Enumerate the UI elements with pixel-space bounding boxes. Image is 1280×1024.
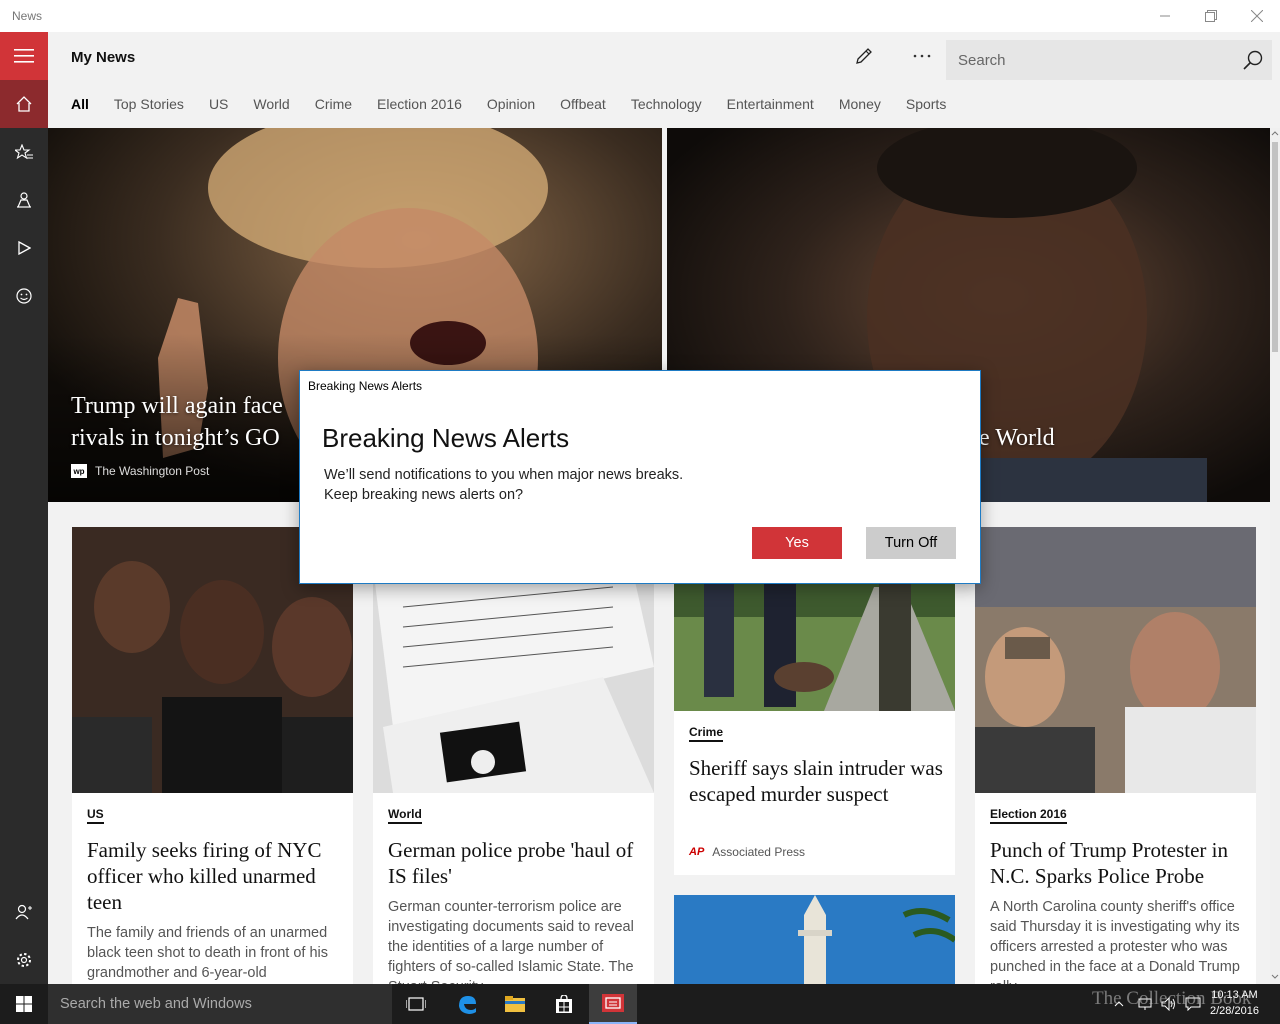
local-icon xyxy=(17,192,31,208)
smiley-icon xyxy=(16,288,32,304)
hero-source: wp The Washington Post xyxy=(71,464,209,478)
card-summary: A North Carolina county sheriff's office… xyxy=(990,899,1240,984)
category-tabs: All Top Stories US World Crime Election 2016 O… xyxy=(71,96,971,112)
app-title: News xyxy=(12,9,43,23)
tab-us[interactable]: US xyxy=(209,96,228,112)
search-icon[interactable] xyxy=(1242,49,1264,76)
gear-icon xyxy=(17,953,31,967)
tab-election-2016[interactable]: Election 2016 xyxy=(377,96,462,112)
sidebar xyxy=(0,32,48,984)
scrollbar[interactable] xyxy=(1270,128,1280,984)
tab-world[interactable]: World xyxy=(253,96,289,112)
close-button[interactable] xyxy=(1234,0,1280,32)
news-card-1[interactable]: US Family seeks firing of NYC officer wh… xyxy=(72,527,353,984)
card-category[interactable]: US xyxy=(87,807,104,824)
edge-button[interactable] xyxy=(443,984,491,1024)
pencil-icon xyxy=(856,48,872,64)
search-input[interactable] xyxy=(946,40,1226,80)
news-card-5[interactable] xyxy=(674,895,955,984)
taskbar-search[interactable]: Search the web and Windows xyxy=(48,984,392,1024)
taskbar: Search the web and Windows 10:13 AM 2/28… xyxy=(0,984,1280,1024)
news-card-4[interactable]: Election 2016 Punch of Trump Protester i… xyxy=(975,527,1256,984)
store-icon xyxy=(556,995,572,1013)
menu-icon xyxy=(14,49,34,63)
store-button[interactable] xyxy=(540,984,588,1024)
card-headline: Sheriff says slain intruder was escaped … xyxy=(689,756,943,806)
yes-button[interactable]: Yes xyxy=(752,527,842,559)
tab-entertainment[interactable]: Entertainment xyxy=(727,96,814,112)
scroll-up-icon[interactable] xyxy=(1271,130,1279,136)
title-bar: News xyxy=(0,0,1280,32)
favorites-icon xyxy=(15,144,33,160)
more-icon xyxy=(913,54,931,58)
search-box[interactable] xyxy=(946,40,1272,80)
file-explorer-button[interactable] xyxy=(491,984,539,1024)
card-headline: Family seeks firing of NYC officer who k… xyxy=(87,838,322,914)
header: My News All Top Stories US World Crime Electi… xyxy=(48,32,1280,128)
dialog-message: We’ll send notifications to you when maj… xyxy=(324,467,684,503)
washington-post-logo-icon: wp xyxy=(71,464,87,478)
task-view-button[interactable] xyxy=(392,984,440,1024)
card-summary: The family and friends of an unarmed bla… xyxy=(87,925,329,981)
story-image-protest xyxy=(975,527,1256,793)
start-button[interactable] xyxy=(0,984,48,1024)
sidebar-item-feedback[interactable] xyxy=(0,272,48,320)
tab-technology[interactable]: Technology xyxy=(631,96,702,112)
sidebar-item-local[interactable] xyxy=(0,176,48,224)
turn-off-button[interactable]: Turn Off xyxy=(866,527,956,559)
minimize-button[interactable] xyxy=(1142,0,1188,32)
page-title: My News xyxy=(71,49,136,66)
hero-headline-2: e World xyxy=(979,425,1055,451)
sidebar-item-home[interactable] xyxy=(0,80,48,128)
card-headline: German police probe 'haul of IS files' xyxy=(388,838,634,888)
edge-icon xyxy=(459,996,476,1014)
folder-icon xyxy=(505,996,525,1012)
tab-opinion[interactable]: Opinion xyxy=(487,96,535,112)
sidebar-item-interests[interactable] xyxy=(0,128,48,176)
card-category[interactable]: World xyxy=(388,807,422,824)
scroll-thumb[interactable] xyxy=(1272,142,1278,352)
card-headline: Punch of Trump Protester in N.C. Sparks … xyxy=(990,838,1229,888)
video-icon xyxy=(18,241,31,255)
card-category[interactable]: Crime xyxy=(689,725,724,742)
tab-sports[interactable]: Sports xyxy=(906,96,946,112)
restore-button[interactable] xyxy=(1188,0,1234,32)
card-summary: German counter-terrorism police are inve… xyxy=(388,899,634,984)
watermark: The Collection Book xyxy=(1092,988,1252,1009)
sidebar-item-settings[interactable] xyxy=(0,936,48,984)
windows-logo-icon xyxy=(16,996,32,1012)
hero-headline: Trump will again face rivals in tonight’… xyxy=(71,393,283,451)
home-icon xyxy=(16,96,32,112)
news-card-2[interactable]: World German police probe 'haul of IS fi… xyxy=(373,527,654,984)
tab-money[interactable]: Money xyxy=(839,96,881,112)
sidebar-item-sign-in[interactable] xyxy=(0,888,48,936)
edit-button[interactable] xyxy=(842,42,886,70)
scroll-down-icon[interactable] xyxy=(1271,974,1279,980)
source-name: The Washington Post xyxy=(95,464,210,478)
tab-offbeat[interactable]: Offbeat xyxy=(560,96,606,112)
tab-top-stories[interactable]: Top Stories xyxy=(114,96,184,112)
card-source: AP Associated Press xyxy=(689,845,805,859)
hamburger-menu-button[interactable] xyxy=(0,32,48,80)
card-category[interactable]: Election 2016 xyxy=(990,807,1067,824)
dialog-caption: Breaking News Alerts xyxy=(308,379,423,393)
task-view-icon xyxy=(406,997,426,1011)
tab-crime[interactable]: Crime xyxy=(315,96,352,112)
ap-logo-icon: AP xyxy=(689,846,705,858)
news-icon xyxy=(602,994,624,1012)
news-app-button[interactable] xyxy=(589,984,637,1024)
breaking-news-dialog: Breaking News Alerts Breaking News Alert… xyxy=(299,370,981,584)
dialog-title: Breaking News Alerts xyxy=(322,423,570,453)
tab-all[interactable]: All xyxy=(71,96,89,112)
story-image-minaret xyxy=(674,895,955,984)
add-user-icon xyxy=(15,904,32,920)
more-button[interactable] xyxy=(900,42,944,70)
sidebar-item-video[interactable] xyxy=(0,224,48,272)
